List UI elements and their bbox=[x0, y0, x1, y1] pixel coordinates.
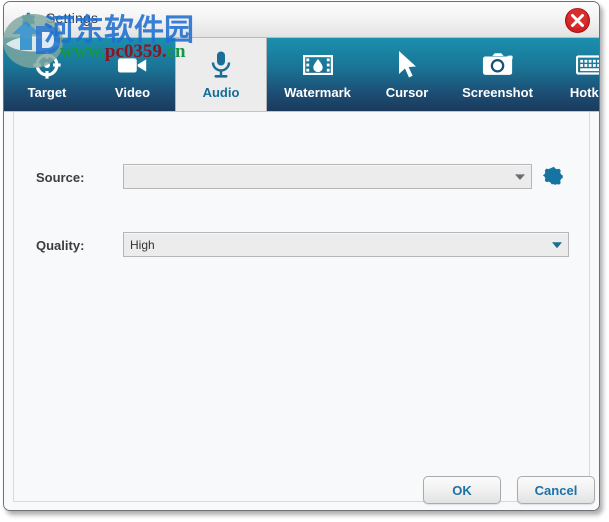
cancel-button[interactable]: Cancel bbox=[517, 476, 595, 504]
tab-cursor[interactable]: Cursor bbox=[368, 38, 446, 111]
tab-label: Cursor bbox=[385, 85, 429, 100]
camera-icon bbox=[482, 49, 514, 81]
window-title: Settings bbox=[46, 10, 99, 26]
quality-value: High bbox=[130, 237, 155, 252]
keyboard-icon bbox=[575, 49, 599, 81]
tab-watermark[interactable]: Watermark bbox=[267, 38, 368, 111]
camcorder-icon bbox=[117, 49, 149, 81]
filmstrip-droplet-icon bbox=[302, 49, 333, 81]
quality-select[interactable]: High bbox=[123, 232, 569, 257]
tab-label: Video bbox=[114, 85, 151, 100]
tab-bar: Target Video Audio Watermark Cursor Scre… bbox=[4, 38, 599, 111]
ok-button[interactable]: OK bbox=[423, 476, 501, 504]
audio-settings-panel: Source: Quality: High OK Cancel bbox=[13, 112, 595, 504]
tab-label: Target bbox=[27, 85, 67, 100]
tab-target[interactable]: Target bbox=[4, 38, 90, 111]
tab-label: Hotkey bbox=[569, 85, 599, 100]
title-bar: Settings bbox=[4, 2, 599, 38]
tab-label: Screenshot bbox=[462, 85, 533, 100]
tab-label: Watermark bbox=[284, 85, 351, 100]
chevron-down-icon bbox=[509, 173, 531, 181]
source-settings-button[interactable] bbox=[542, 165, 565, 187]
pointer-icon bbox=[396, 49, 418, 81]
chevron-down-icon bbox=[546, 241, 568, 249]
quality-label: Quality: bbox=[36, 238, 85, 253]
tab-video[interactable]: Video bbox=[90, 38, 175, 111]
microphone-icon bbox=[208, 49, 234, 81]
source-select[interactable] bbox=[123, 164, 532, 189]
tab-audio[interactable]: Audio bbox=[175, 38, 267, 111]
crosshair-icon bbox=[32, 49, 62, 81]
settings-window: Settings Target Video Audio Watermark Cu… bbox=[3, 1, 600, 511]
settings-content: Source: Quality: High OK Cancel bbox=[4, 111, 599, 510]
source-label: Source: bbox=[36, 170, 85, 185]
tab-screenshot[interactable]: Screenshot bbox=[446, 38, 549, 111]
close-icon[interactable] bbox=[564, 7, 591, 34]
tab-label: Audio bbox=[202, 85, 240, 100]
gear-icon bbox=[18, 10, 38, 30]
tab-hotkey[interactable]: Hotkey bbox=[549, 38, 599, 111]
